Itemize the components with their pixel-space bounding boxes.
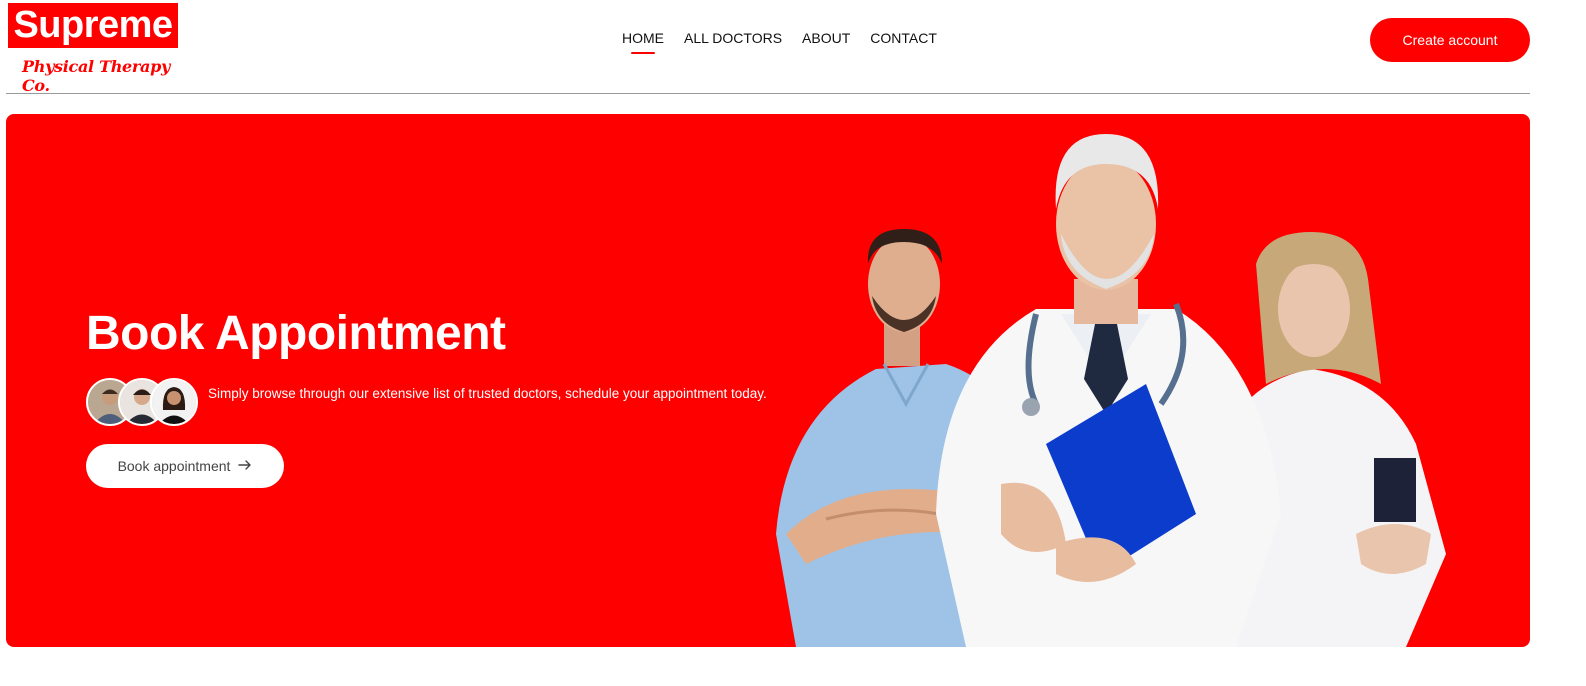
logo-subtitle: Physical Therapy Co. [22,57,171,95]
doctor-center-figure [936,134,1281,647]
logo[interactable]: Supreme Physical Therapy Co. [8,3,178,95]
main-nav: HOME ALL DOCTORS ABOUT CONTACT [622,30,937,54]
nav-item-about[interactable]: ABOUT [802,30,850,46]
site-header: Supreme Physical Therapy Co. HOME ALL DO… [0,0,1586,95]
book-appointment-button[interactable]: Book appointment [86,444,284,488]
nav-item-contact[interactable]: CONTACT [870,30,937,46]
book-appointment-label: Book appointment [117,458,231,474]
header-divider [6,93,1530,94]
avatar [150,378,198,426]
logo-title: Supreme [8,3,178,48]
avatar-group [86,378,198,426]
hero-title: Book Appointment [86,307,506,360]
arrow-right-icon [238,458,252,474]
hero-banner: Book Appointment Simply browse through o… [6,114,1530,647]
hero-description: Simply browse through our extensive list… [208,386,767,401]
nav-item-home[interactable]: HOME [622,30,664,54]
create-account-button[interactable]: Create account [1370,18,1530,62]
doctors-group-image [766,114,1486,647]
nav-item-all-doctors[interactable]: ALL DOCTORS [684,30,782,46]
